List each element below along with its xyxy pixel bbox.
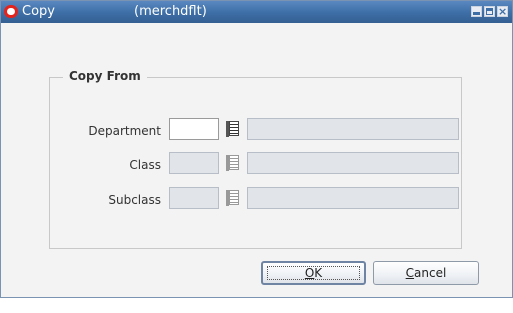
copy-dialog: Copy (merchdflt) × Copy From Department … <box>0 0 513 298</box>
department-label: Department <box>88 124 161 138</box>
oracle-o-icon <box>4 5 18 18</box>
class-input[interactable] <box>169 152 219 174</box>
class-label: Class <box>129 158 161 172</box>
cancel-label-rest: ancel <box>414 266 447 280</box>
ok-button[interactable]: OK <box>261 261 366 285</box>
maximize-icon[interactable] <box>484 6 495 17</box>
minimize-icon[interactable] <box>471 6 482 17</box>
copy-from-heading: Copy From <box>63 68 147 84</box>
department-description-field <box>247 118 459 140</box>
window-title: Copy <box>22 4 55 19</box>
subclass-lov-icon[interactable] <box>225 189 241 207</box>
window-subtitle: (merchdflt) <box>134 4 207 19</box>
subclass-description-field <box>247 187 459 209</box>
cancel-button[interactable]: Cancel <box>373 261 479 285</box>
department-lov-icon[interactable] <box>225 120 241 138</box>
subclass-label: Subclass <box>108 193 161 207</box>
title-bar[interactable]: Copy (merchdflt) × <box>1 1 512 23</box>
department-input[interactable] <box>169 118 219 140</box>
class-lov-icon[interactable] <box>225 154 241 172</box>
class-description-field <box>247 152 459 174</box>
cancel-mnemonic: C <box>405 266 415 280</box>
focus-ring <box>267 266 360 280</box>
subclass-input[interactable] <box>169 187 219 209</box>
close-icon[interactable]: × <box>497 6 508 17</box>
